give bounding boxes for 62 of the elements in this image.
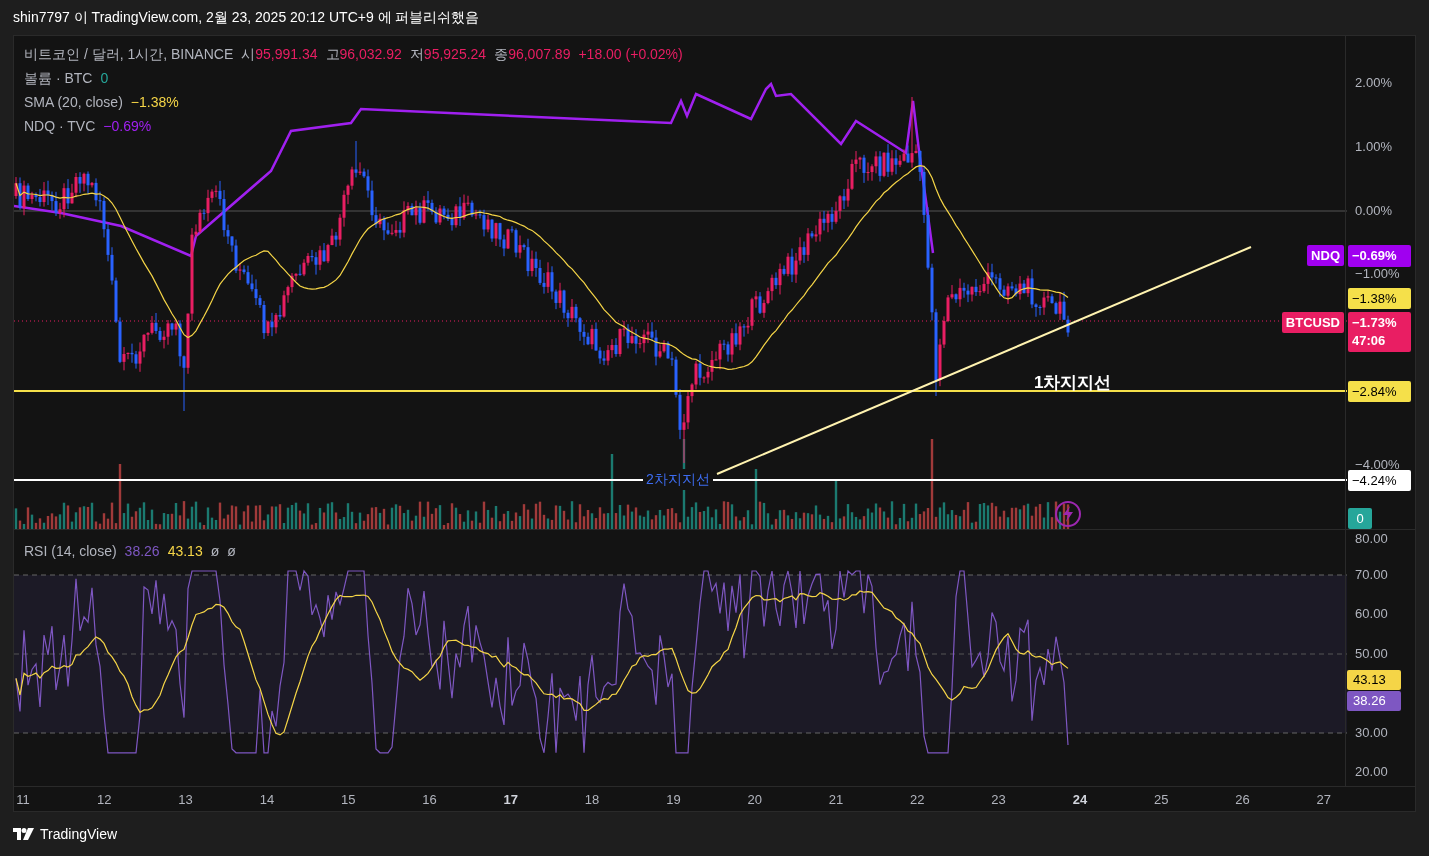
time-label: 14 — [259, 791, 275, 809]
axis-label: 50.00 — [1355, 645, 1388, 664]
time-label: 24 — [1072, 791, 1088, 809]
ohlc-value: 96,007.89 — [508, 45, 571, 64]
support-label: 1차지지선 — [1034, 372, 1112, 394]
ohlc-label: 고 — [325, 45, 340, 64]
axis-label: 60.00 — [1355, 605, 1388, 624]
time-label: 21 — [828, 791, 844, 809]
ohlc-value: 96,032.92 — [339, 45, 402, 64]
price-badge: 0 — [1348, 508, 1372, 529]
ohlc-label: 종 — [494, 45, 509, 64]
brand-name: TradingView — [40, 824, 118, 844]
time-label: 25 — [1153, 791, 1169, 809]
axis-label: 1.00% — [1355, 138, 1392, 157]
study-name: SMA (20, close) — [24, 93, 123, 112]
time-label: 16 — [422, 791, 437, 809]
symbol-title: 비트코인 / 달러, 1시간, BINANCE — [24, 45, 234, 64]
symbol-badge: BTCUSD — [1281, 312, 1344, 333]
price-badge: −1.73% 47:06 — [1348, 312, 1411, 352]
study-name: 볼륨 · BTC — [24, 69, 93, 88]
price-badge: −4.24% — [1348, 470, 1411, 491]
time-label: 18 — [584, 791, 600, 809]
time-label: 11 — [16, 791, 30, 809]
axis-label: 80.00 — [1355, 530, 1388, 549]
time-label: 20 — [747, 791, 762, 809]
study-value: ø — [210, 542, 220, 561]
time-label: 15 — [340, 791, 356, 809]
time-label: 22 — [910, 791, 925, 809]
study-value: 38.26 — [124, 542, 160, 561]
study-value: 0 — [100, 69, 109, 88]
axis-label: 0.00% — [1355, 202, 1392, 221]
time-label: 26 — [1235, 791, 1250, 809]
time-label: 13 — [178, 791, 193, 809]
time-label: 23 — [991, 791, 1006, 809]
rsi-badge: 43.13 — [1347, 670, 1402, 690]
axis-label: 70.00 — [1355, 566, 1388, 585]
ohlc-value: 95,925.24 — [423, 45, 487, 64]
ohlc-value: 95,991.34 — [255, 45, 318, 64]
time-label: 17 — [503, 791, 519, 809]
axis-label: 30.00 — [1355, 724, 1388, 743]
study-name: NDQ · TVC — [24, 117, 96, 136]
price-badge: −1.38% — [1348, 288, 1411, 309]
publish-info: shin7797 이 TradingView.com, 2월 23, 2025 20:12 UTC+9 에 퍼블리쉬했음 — [13, 8, 480, 27]
study-value: −1.38% — [130, 93, 179, 112]
price-change: +18.00 (+0.02%) — [578, 45, 683, 64]
support-label: 2차지지선 — [643, 469, 713, 490]
ohlc-label: 저 — [409, 45, 424, 64]
study-name: RSI (14, close) — [24, 542, 117, 561]
time-label: 19 — [666, 791, 681, 809]
axis-label: 20.00 — [1355, 763, 1388, 782]
time-label: 27 — [1316, 791, 1332, 809]
study-value: −0.69% — [103, 117, 152, 136]
study-value: ø — [227, 542, 236, 561]
symbol-badge: NDQ — [1307, 245, 1344, 266]
price-badge: −2.84% — [1348, 381, 1411, 402]
study-value: 43.13 — [167, 542, 203, 561]
time-label: 12 — [97, 791, 112, 809]
ohlc-label: 시 — [241, 45, 256, 64]
rsi-badge: 38.26 — [1347, 691, 1402, 711]
price-badge: −0.69% — [1348, 245, 1411, 267]
axis-label: −1.00% — [1355, 265, 1400, 284]
axis-label: 2.00% — [1355, 74, 1392, 93]
